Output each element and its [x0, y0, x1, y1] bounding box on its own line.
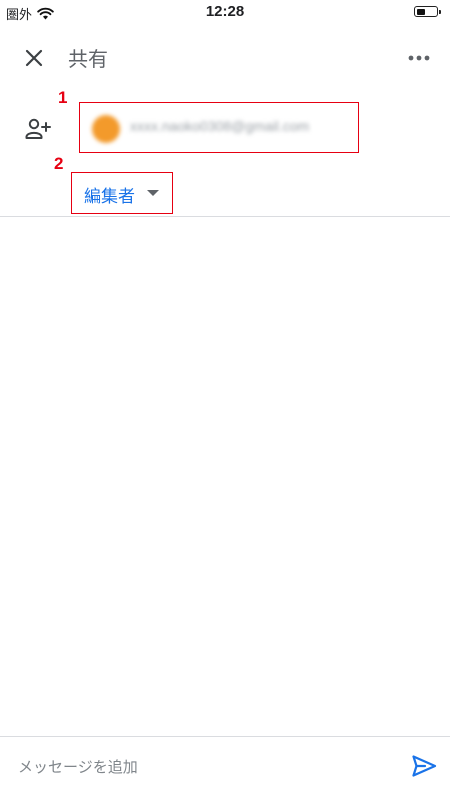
annotation-marker-2: 2 [54, 154, 64, 173]
battery-fill [416, 8, 425, 15]
divider-top [0, 216, 450, 217]
send-icon[interactable] [410, 752, 438, 780]
recipient-email: xxxx.naoko0308@gmail.com [130, 118, 310, 134]
annotation-marker-1: 1 [58, 88, 68, 107]
app-header: 共有 [0, 38, 450, 78]
message-input[interactable] [18, 756, 378, 778]
status-time: 12:28 [205, 3, 245, 20]
share-screen: 圏外 12:28 共有 1 2 xxxx.naoko0308@gmail.com… [0, 0, 450, 800]
dropdown-caret-icon [147, 190, 159, 196]
recipient-input[interactable]: xxxx.naoko0308@gmail.com [79, 102, 359, 153]
add-person-icon [25, 118, 51, 139]
role-label: 編集者 [84, 187, 135, 207]
close-icon[interactable] [22, 46, 46, 70]
role-dropdown[interactable]: 編集者 [71, 172, 173, 214]
recipient-avatar [92, 115, 120, 143]
battery-icon [414, 6, 441, 17]
page-title: 共有 [68, 47, 108, 71]
status-bar: 圏外 12:28 [0, 0, 450, 26]
divider-bottom [0, 736, 450, 737]
more-horizontal-icon[interactable] [406, 48, 432, 68]
